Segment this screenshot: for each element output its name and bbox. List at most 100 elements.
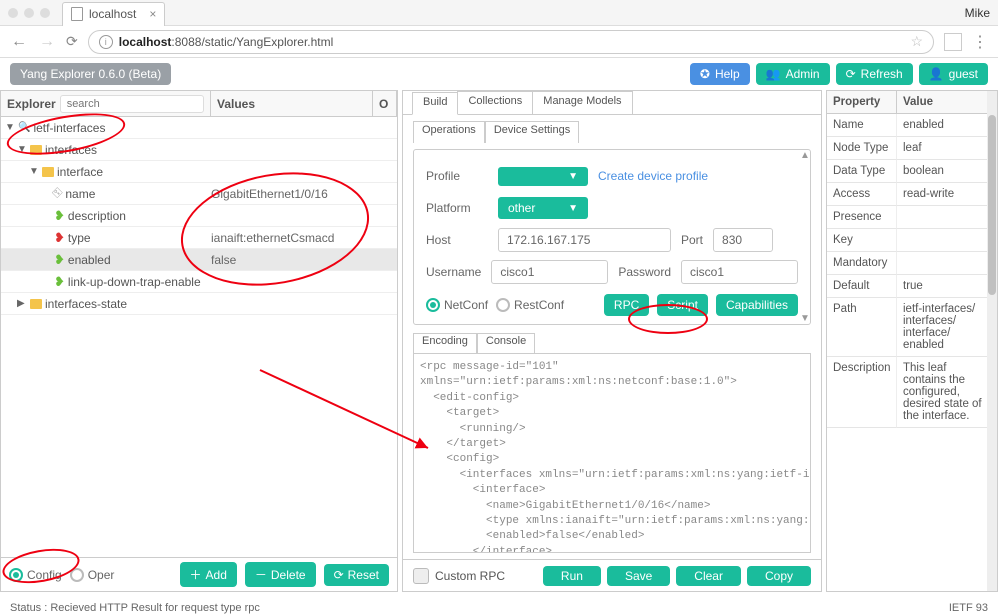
expander-icon[interactable]: ▶: [17, 298, 27, 309]
prop-value: read-write: [897, 183, 997, 206]
platform-select[interactable]: other▼: [498, 197, 588, 219]
username-label: Username: [426, 265, 481, 279]
key-icon: ⚿: [51, 186, 66, 201]
main-tabs: Build Collections Manage Models: [403, 91, 821, 115]
clear-button[interactable]: Clear: [676, 566, 741, 586]
host-input[interactable]: [498, 228, 671, 252]
scrollbar[interactable]: [987, 91, 997, 591]
prop-value: true: [897, 275, 997, 298]
help-icon: ✪: [700, 67, 710, 81]
tree-value[interactable]: false: [211, 253, 393, 267]
profile-select[interactable]: ▼: [498, 167, 588, 186]
prop-value: leaf: [897, 137, 997, 160]
port-label: Port: [681, 233, 703, 247]
build-footer: Custom RPC Run Save Clear Copy: [403, 559, 821, 591]
platform-label: Platform: [426, 201, 488, 215]
url-text: localhost:8088/static/YangExplorer.html: [119, 35, 334, 49]
tree-label: interfaces-state: [45, 297, 127, 311]
password-input[interactable]: [681, 260, 798, 284]
custom-rpc-checkbox[interactable]: [413, 568, 429, 584]
prop-value: [897, 206, 997, 229]
guest-button[interactable]: 👤guest: [919, 63, 988, 85]
prop-name: Path: [827, 298, 897, 357]
tree-row-interfaces[interactable]: ▼ interfaces: [1, 139, 397, 161]
config-radio[interactable]: Config: [9, 568, 62, 582]
tree-row-name[interactable]: ⚿ nameGigabitEthernet1/0/16: [1, 183, 397, 205]
encoding-tabs: Encoding Console: [413, 333, 811, 353]
explorer-heading: Explorer: [7, 97, 56, 111]
tree-row-interfaces-state[interactable]: ▶ interfaces-state: [1, 293, 397, 315]
bookmark-icon[interactable]: ☆: [910, 33, 923, 50]
copy-button[interactable]: Copy: [747, 566, 811, 586]
status-right: IETF 93: [949, 602, 988, 614]
search-input[interactable]: [60, 95, 204, 113]
netconf-radio[interactable]: NetConf: [426, 298, 488, 312]
username-input[interactable]: [491, 260, 608, 284]
prop-name: Presence: [827, 206, 897, 229]
info-icon[interactable]: i: [99, 35, 113, 49]
tab-console[interactable]: Console: [477, 333, 535, 353]
leaf-icon: ❥: [54, 230, 65, 246]
folder-icon: [42, 167, 54, 177]
help-button[interactable]: ✪Help: [690, 63, 750, 85]
oper-radio[interactable]: Oper: [70, 568, 115, 582]
port-input[interactable]: [713, 228, 773, 252]
tab-build[interactable]: Build: [412, 92, 458, 115]
tree-label: description: [68, 209, 126, 223]
add-button[interactable]: ＋ Add: [180, 562, 237, 587]
password-label: Password: [618, 265, 671, 279]
browser-user: Mike: [965, 6, 990, 20]
delete-button[interactable]: － Delete: [245, 562, 316, 587]
tree-row-interface[interactable]: ▼ interface: [1, 161, 397, 183]
explorer-footer: Config Oper ＋ Add － Delete ⟳ Reset: [1, 557, 397, 591]
tab-encoding[interactable]: Encoding: [413, 333, 477, 353]
run-button[interactable]: Run: [543, 566, 601, 586]
refresh-button[interactable]: ⟳Refresh: [836, 63, 913, 85]
expander-icon[interactable]: ▼: [17, 144, 27, 155]
chevron-down-icon: ▼: [568, 171, 578, 182]
prop-name: Name: [827, 114, 897, 137]
tree-value[interactable]: GigabitEthernet1/0/16: [211, 187, 393, 201]
tab-device-settings[interactable]: Device Settings: [485, 121, 579, 143]
custom-rpc-label: Custom RPC: [435, 569, 505, 583]
expander-icon[interactable]: ▼: [29, 166, 39, 177]
profile-label: Profile: [426, 169, 488, 183]
tab-manage[interactable]: Manage Models: [532, 91, 632, 114]
address-bar[interactable]: i localhost:8088/static/YangExplorer.htm…: [88, 30, 934, 54]
restconf-radio[interactable]: RestConf: [496, 298, 564, 312]
rpc-button[interactable]: RPC: [604, 294, 649, 316]
capabilities-button[interactable]: Capabilities: [716, 294, 798, 316]
user-icon: 👤: [929, 67, 944, 81]
reload-icon[interactable]: ⟳: [66, 33, 78, 50]
folder-icon: [30, 145, 42, 155]
reset-button[interactable]: ⟳ Reset: [324, 564, 389, 586]
script-button[interactable]: Script: [657, 294, 708, 316]
close-icon[interactable]: ×: [149, 7, 156, 21]
expander-icon[interactable]: ▼: [5, 122, 15, 133]
create-profile-link[interactable]: Create device profile: [598, 169, 708, 183]
save-button[interactable]: Save: [607, 566, 670, 586]
forward-icon: →: [38, 33, 56, 51]
tree-row-ietf-interfaces[interactable]: ▼🔍 ietf-interfaces: [1, 117, 397, 139]
chevron-down-icon: ▼: [568, 203, 578, 214]
xml-output[interactable]: <rpc message-id="101" xmlns="urn:ietf:pa…: [413, 353, 811, 553]
prop-name: Description: [827, 357, 897, 428]
tree-row-enabled[interactable]: ❥ enabledfalse: [1, 249, 397, 271]
window-controls: [8, 8, 50, 18]
browser-tab[interactable]: localhost ×: [62, 2, 165, 26]
tree-row-description[interactable]: ❥ description: [1, 205, 397, 227]
menu-icon[interactable]: ⋮: [972, 32, 988, 52]
tree-value[interactable]: ianaift:ethernetCsmacd: [211, 231, 393, 245]
page-icon: [71, 7, 83, 21]
tree-label: interfaces: [45, 143, 97, 157]
tree-label: type: [68, 231, 91, 245]
explorer-tree: ▼🔍 ietf-interfaces▼ interfaces▼ interfac…: [1, 117, 397, 557]
properties-panel: Property Value NameenabledNode TypeleafD…: [826, 90, 998, 592]
extension-icon[interactable]: [944, 33, 962, 51]
tab-operations[interactable]: Operations: [413, 121, 485, 143]
back-icon[interactable]: ←: [10, 33, 28, 51]
admin-button[interactable]: 👥Admin: [756, 63, 830, 85]
tree-row-type[interactable]: ❥ type ianaift:ethernetCsmacd: [1, 227, 397, 249]
tree-row-link-up-down-trap-enable[interactable]: ❥ link-up-down-trap-enable: [1, 271, 397, 293]
tab-collections[interactable]: Collections: [457, 91, 533, 114]
